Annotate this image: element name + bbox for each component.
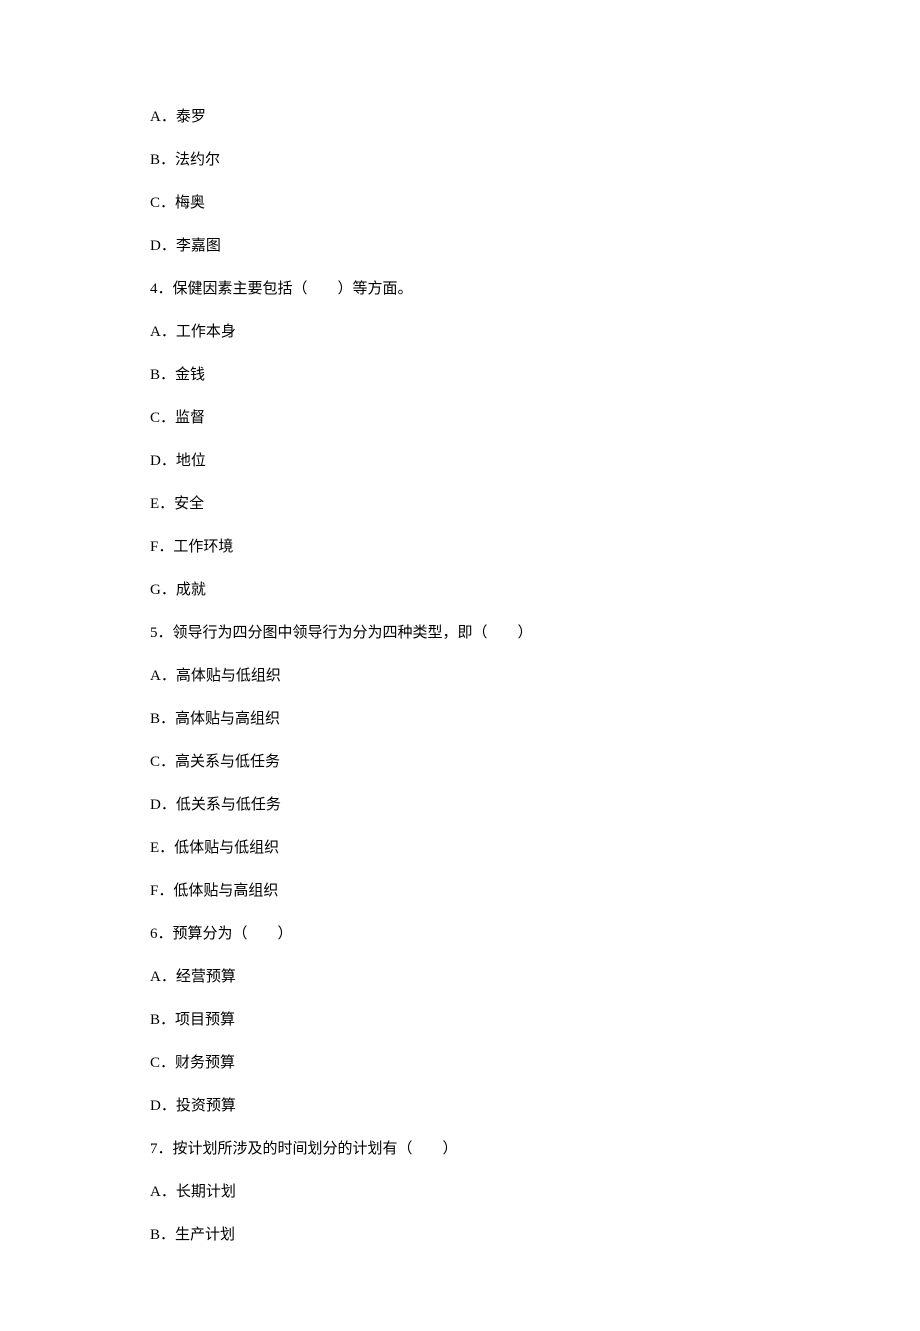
question-4: 4．保健因素主要包括（ ）等方面。 bbox=[150, 282, 770, 297]
document-page: A．泰罗 B．法约尔 C．梅奥 D．李嘉图 4．保健因素主要包括（ ）等方面。 … bbox=[0, 0, 920, 1331]
option-b: B．高体贴与高组织 bbox=[150, 712, 770, 727]
option-a: A．高体贴与低组织 bbox=[150, 669, 770, 684]
option-e: E．低体贴与低组织 bbox=[150, 841, 770, 856]
option-d: D．低关系与低任务 bbox=[150, 798, 770, 813]
question-6: 6．预算分为（ ） bbox=[150, 927, 770, 942]
option-b: B．金钱 bbox=[150, 368, 770, 383]
option-f: F．低体贴与高组织 bbox=[150, 884, 770, 899]
option-a: A．长期计划 bbox=[150, 1185, 770, 1200]
option-d: D．投资预算 bbox=[150, 1099, 770, 1114]
question-5: 5．领导行为四分图中领导行为分为四种类型，即（ ） bbox=[150, 626, 770, 641]
option-g: G．成就 bbox=[150, 583, 770, 598]
option-a: A．泰罗 bbox=[150, 110, 770, 125]
question-7: 7．按计划所涉及的时间划分的计划有（ ） bbox=[150, 1142, 770, 1157]
option-c: C．高关系与低任务 bbox=[150, 755, 770, 770]
option-c: C．梅奥 bbox=[150, 196, 770, 211]
option-b: B．项目预算 bbox=[150, 1013, 770, 1028]
option-b: B．生产计划 bbox=[150, 1228, 770, 1243]
option-c: C．监督 bbox=[150, 411, 770, 426]
option-d: D．地位 bbox=[150, 454, 770, 469]
option-f: F．工作环境 bbox=[150, 540, 770, 555]
option-e: E．安全 bbox=[150, 497, 770, 512]
option-c: C．财务预算 bbox=[150, 1056, 770, 1071]
option-d: D．李嘉图 bbox=[150, 239, 770, 254]
option-b: B．法约尔 bbox=[150, 153, 770, 168]
option-a: A．工作本身 bbox=[150, 325, 770, 340]
option-a: A．经营预算 bbox=[150, 970, 770, 985]
